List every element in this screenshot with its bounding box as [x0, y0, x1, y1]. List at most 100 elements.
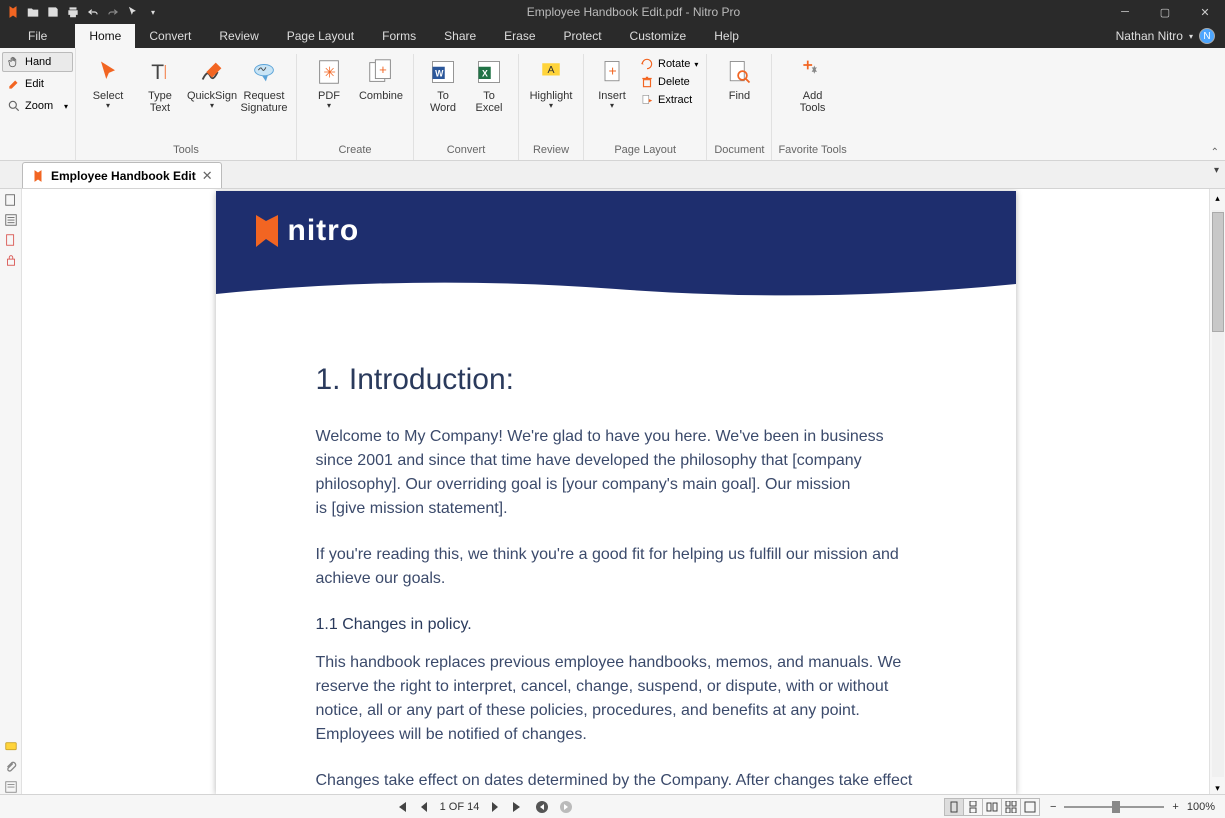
svg-text:T: T	[151, 61, 164, 84]
scroll-up-icon[interactable]: ▴	[1215, 193, 1220, 204]
paragraph: Changes take effect on dates determined …	[316, 769, 916, 794]
paragraph: If you're reading this, we think you're …	[316, 543, 916, 591]
redo-icon[interactable]	[104, 3, 122, 21]
nitro-logo: nitro	[252, 213, 360, 249]
tab-help[interactable]: Help	[700, 24, 753, 48]
heading-introduction: 1. Introduction:	[316, 363, 916, 397]
close-button[interactable]: ✕	[1185, 0, 1225, 24]
tab-share[interactable]: Share	[430, 24, 490, 48]
type-text-button[interactable]: TType Text	[134, 54, 186, 116]
zoom-slider[interactable]	[1064, 806, 1164, 808]
zoom-in-button[interactable]: +	[1172, 801, 1178, 813]
title-bar: ▾ Employee Handbook Edit.pdf - Nitro Pro…	[0, 0, 1225, 24]
security-panel-icon[interactable]	[4, 253, 18, 267]
document-canvas[interactable]: nitro 1. Introduction: Welcome to My Com…	[22, 189, 1209, 794]
tab-forms[interactable]: Forms	[368, 24, 430, 48]
cursor-select-icon[interactable]	[124, 3, 142, 21]
tab-home[interactable]: Home	[75, 24, 135, 48]
scroll-down-icon[interactable]: ▾	[1215, 783, 1220, 794]
add-tools-button[interactable]: Add Tools	[787, 54, 839, 116]
quicksign-button[interactable]: QuickSign▾	[186, 54, 238, 116]
to-word-button[interactable]: WTo Word	[420, 54, 466, 116]
save-icon[interactable]	[44, 3, 62, 21]
layers-panel-icon[interactable]	[4, 233, 18, 247]
forward-view-button[interactable]	[559, 800, 573, 814]
tab-page-layout[interactable]: Page Layout	[273, 24, 368, 48]
tab-protect[interactable]: Protect	[550, 24, 616, 48]
ribbon-tabs: File Home Convert Review Page Layout For…	[0, 24, 1225, 48]
tab-erase[interactable]: Erase	[490, 24, 549, 48]
tab-review[interactable]: Review	[205, 24, 272, 48]
zoom-controls: − + 100%	[1050, 801, 1225, 813]
page-body: 1. Introduction: Welcome to My Company! …	[216, 303, 1016, 794]
tabs-more-icon[interactable]: ▾	[1214, 165, 1219, 176]
file-tab[interactable]: File	[0, 24, 75, 48]
extract-button[interactable]: Extract	[638, 92, 700, 108]
pdf-button[interactable]: ✳PDF▾	[303, 54, 355, 113]
view-single[interactable]	[944, 798, 964, 816]
tab-convert[interactable]: Convert	[135, 24, 205, 48]
find-button[interactable]: Find	[713, 54, 765, 104]
insert-button[interactable]: +Insert▾	[590, 54, 634, 113]
user-menu[interactable]: Nathan Nitro ▾ N	[1116, 24, 1225, 48]
view-continuous[interactable]	[963, 798, 983, 816]
group-label: Tools	[173, 144, 199, 160]
page-nav: 1 OF 14	[394, 800, 574, 814]
user-avatar: N	[1199, 28, 1215, 44]
doc-tab-title: Employee Handbook Edit	[51, 169, 196, 183]
header-wave	[216, 274, 1016, 303]
first-page-button[interactable]	[394, 800, 408, 814]
back-view-button[interactable]	[535, 800, 549, 814]
doc-tab[interactable]: Employee Handbook Edit ✕	[22, 162, 222, 188]
to-excel-button[interactable]: XTo Excel	[466, 54, 512, 116]
bookmarks-panel-icon[interactable]	[4, 213, 18, 227]
window-title: Employee Handbook Edit.pdf - Nitro Pro	[162, 5, 1105, 19]
svg-text:+: +	[379, 62, 387, 77]
next-page-button[interactable]	[489, 801, 501, 813]
attachments-panel-icon[interactable]	[4, 760, 18, 774]
prev-page-button[interactable]	[418, 801, 430, 813]
zoom-out-button[interactable]: −	[1050, 801, 1056, 813]
close-tab-icon[interactable]: ✕	[202, 168, 213, 184]
group-review: AHighlight▾ Review	[519, 54, 584, 160]
view-facing[interactable]	[982, 798, 1002, 816]
app-icon[interactable]	[4, 3, 22, 21]
svg-text:A: A	[548, 64, 555, 76]
svg-text:✳: ✳	[323, 65, 336, 82]
scrollbar[interactable]: ▴ ▾	[1209, 189, 1225, 794]
print-icon[interactable]	[64, 3, 82, 21]
scroll-thumb[interactable]	[1212, 212, 1224, 332]
subheading: 1.1 Changes in policy.	[316, 613, 916, 637]
tab-customize[interactable]: Customize	[616, 24, 701, 48]
zoom-tool[interactable]: Zoom▾	[2, 96, 73, 116]
open-icon[interactable]	[24, 3, 42, 21]
combine-button[interactable]: +Combine	[355, 54, 407, 113]
status-bar: 1 OF 14 − + 100%	[0, 794, 1225, 818]
highlight-button[interactable]: AHighlight▾	[525, 54, 577, 113]
select-button[interactable]: Select▾	[82, 54, 134, 116]
comments-panel-icon[interactable]	[4, 740, 18, 754]
request-signature-button[interactable]: Request Signature	[238, 54, 290, 116]
hand-tool[interactable]: Hand	[2, 52, 73, 72]
view-facing-continuous[interactable]	[1001, 798, 1021, 816]
nitro-logo-text: nitro	[288, 214, 360, 248]
group-favorite-tools: Add Tools Favorite Tools	[772, 54, 852, 160]
view-fullscreen[interactable]	[1020, 798, 1040, 816]
qa-more-icon[interactable]: ▾	[144, 3, 162, 21]
undo-icon[interactable]	[84, 3, 102, 21]
output-panel-icon[interactable]	[4, 780, 18, 794]
rotate-button[interactable]: Rotate ▾	[638, 56, 700, 72]
collapse-ribbon-icon[interactable]: ⌃	[1211, 147, 1219, 158]
user-name: Nathan Nitro	[1116, 29, 1183, 43]
pages-panel-icon[interactable]	[4, 193, 18, 207]
svg-text:W: W	[435, 68, 444, 78]
group-tools: Select▾ TType Text QuickSign▾ Request Si…	[76, 54, 297, 160]
left-gutter	[0, 189, 22, 794]
group-create: ✳PDF▾ +Combine Create	[297, 54, 414, 160]
maximize-button[interactable]: ▢	[1145, 0, 1185, 24]
edit-tool[interactable]: Edit	[2, 74, 73, 94]
minimize-button[interactable]: ─	[1105, 0, 1145, 24]
delete-button[interactable]: Delete	[638, 74, 700, 90]
paragraph: This handbook replaces previous employee…	[316, 651, 916, 747]
last-page-button[interactable]	[511, 800, 525, 814]
